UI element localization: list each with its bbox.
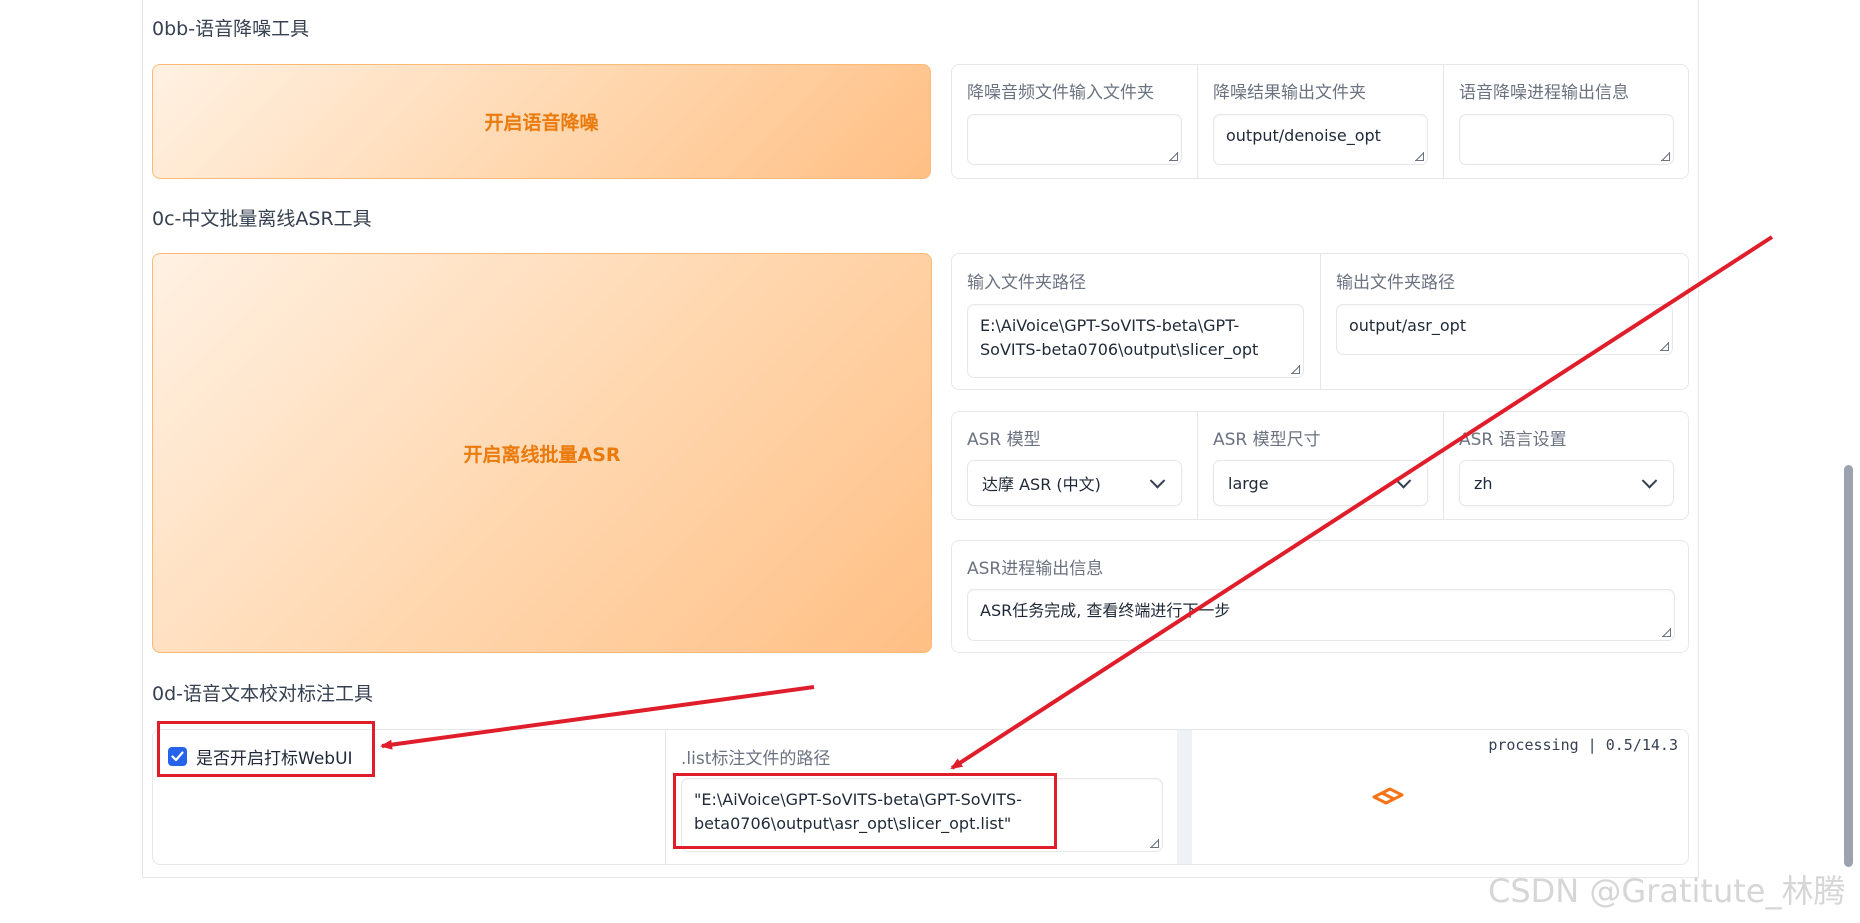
processing-status-text: processing | 0.5/14.3 bbox=[1488, 736, 1678, 754]
asr-output-cell: 输出文件夹路径 output/asr_opt bbox=[1320, 254, 1688, 389]
asr-progress-group: ASR进程输出信息 ASR任务完成, 查看终端进行下一步 bbox=[951, 540, 1689, 653]
asr-progress-label: ASR进程输出信息 bbox=[967, 559, 1104, 579]
asr-input-cell: 输入文件夹路径 E:\AiVoice\GPT-SoVITS-beta\GPT-S… bbox=[952, 254, 1320, 389]
denoise-progress-cell: 语音降噪进程输出信息 bbox=[1443, 65, 1688, 178]
denoise-progress-field[interactable] bbox=[1459, 114, 1674, 165]
list-path-field[interactable]: "E:\AiVoice\GPT-SoVITS-beta\GPT-SoVITS-b… bbox=[681, 778, 1163, 852]
asr-language-label: ASR 语言设置 bbox=[1459, 430, 1567, 450]
denoise-section-title: 0bb-语音降噪工具 bbox=[152, 18, 310, 40]
asr-input-dir-label: 输入文件夹路径 bbox=[967, 273, 1086, 293]
asr-output-dir-field[interactable]: output/asr_opt bbox=[1336, 304, 1673, 355]
resize-handle-icon[interactable] bbox=[1169, 152, 1178, 161]
list-path-label: .list标注文件的路径 bbox=[681, 749, 831, 769]
resize-handle-icon[interactable] bbox=[1291, 365, 1300, 374]
status-output-cell: processing | 0.5/14.3 bbox=[1192, 730, 1688, 864]
asr-model-size-value: large bbox=[1228, 473, 1269, 493]
asr-section-title: 0c-中文批量离线ASR工具 bbox=[152, 208, 372, 230]
labeling-group: 是否开启打标WebUI .list标注文件的路径 "E:\AiVoice\GPT… bbox=[152, 729, 1689, 865]
denoise-output-cell: 降噪结果输出文件夹 output/denoise_opt bbox=[1197, 65, 1443, 178]
chevron-down-icon bbox=[1641, 473, 1658, 489]
asr-model-label: ASR 模型 bbox=[967, 430, 1041, 450]
checkbox-checked-icon[interactable] bbox=[168, 747, 187, 766]
resize-handle-icon[interactable] bbox=[1660, 342, 1669, 351]
asr-model-size-cell: ASR 模型尺寸 large bbox=[1197, 412, 1443, 519]
watermark-text: CSDN @Gratitute_林腾 bbox=[1488, 872, 1846, 910]
asr-model-group: ASR 模型 达摩 ASR (中文) ASR 模型尺寸 large ASR 语言… bbox=[951, 411, 1689, 520]
start-asr-button[interactable]: 开启离线批量ASR bbox=[152, 253, 932, 653]
open-labeling-webui-label: 是否开启打标WebUI bbox=[196, 749, 353, 769]
asr-progress-field[interactable]: ASR任务完成, 查看终端进行下一步 bbox=[967, 589, 1675, 641]
loading-spinner-icon bbox=[1370, 785, 1406, 811]
cell-divider bbox=[1177, 730, 1192, 864]
resize-handle-icon[interactable] bbox=[1662, 628, 1671, 637]
denoise-input-dir-field[interactable] bbox=[967, 114, 1182, 165]
open-labeling-webui-toggle[interactable]: 是否开启打标WebUI bbox=[168, 744, 353, 769]
asr-language-select[interactable]: zh bbox=[1459, 460, 1674, 506]
resize-handle-icon[interactable] bbox=[1661, 152, 1670, 161]
labeling-section-title: 0d-语音文本校对标注工具 bbox=[152, 683, 374, 705]
asr-language-value: zh bbox=[1474, 473, 1493, 493]
scrollbar-thumb[interactable] bbox=[1844, 465, 1853, 867]
asr-language-cell: ASR 语言设置 zh bbox=[1443, 412, 1688, 519]
denoise-output-dir-label: 降噪结果输出文件夹 bbox=[1213, 83, 1366, 103]
labeling-checkbox-cell: 是否开启打标WebUI bbox=[153, 730, 665, 864]
asr-model-size-label: ASR 模型尺寸 bbox=[1213, 430, 1321, 450]
chevron-down-icon bbox=[1149, 473, 1166, 489]
denoise-settings-group: 降噪音频文件输入文件夹 降噪结果输出文件夹 output/denoise_opt… bbox=[951, 64, 1689, 179]
asr-path-group: 输入文件夹路径 E:\AiVoice\GPT-SoVITS-beta\GPT-S… bbox=[951, 253, 1689, 390]
asr-output-dir-label: 输出文件夹路径 bbox=[1336, 273, 1455, 293]
asr-model-select[interactable]: 达摩 ASR (中文) bbox=[967, 460, 1182, 506]
asr-input-dir-field[interactable]: E:\AiVoice\GPT-SoVITS-beta\GPT-SoVITS-be… bbox=[967, 304, 1304, 378]
resize-handle-icon[interactable] bbox=[1415, 152, 1424, 161]
asr-model-cell: ASR 模型 达摩 ASR (中文) bbox=[952, 412, 1197, 519]
denoise-input-dir-label: 降噪音频文件输入文件夹 bbox=[967, 83, 1154, 103]
page: 0bb-语音降噪工具 开启语音降噪 降噪音频文件输入文件夹 降噪结果输出文件夹 … bbox=[0, 0, 1860, 923]
denoise-progress-label: 语音降噪进程输出信息 bbox=[1459, 83, 1629, 103]
resize-handle-icon[interactable] bbox=[1150, 839, 1159, 848]
chevron-down-icon bbox=[1395, 473, 1412, 489]
start-denoise-button[interactable]: 开启语音降噪 bbox=[152, 64, 931, 179]
asr-model-size-select[interactable]: large bbox=[1213, 460, 1428, 506]
asr-model-value: 达摩 ASR (中文) bbox=[982, 475, 1101, 494]
list-path-cell: .list标注文件的路径 "E:\AiVoice\GPT-SoVITS-beta… bbox=[665, 730, 1177, 864]
denoise-input-cell: 降噪音频文件输入文件夹 bbox=[952, 65, 1197, 178]
denoise-output-dir-field[interactable]: output/denoise_opt bbox=[1213, 114, 1428, 165]
